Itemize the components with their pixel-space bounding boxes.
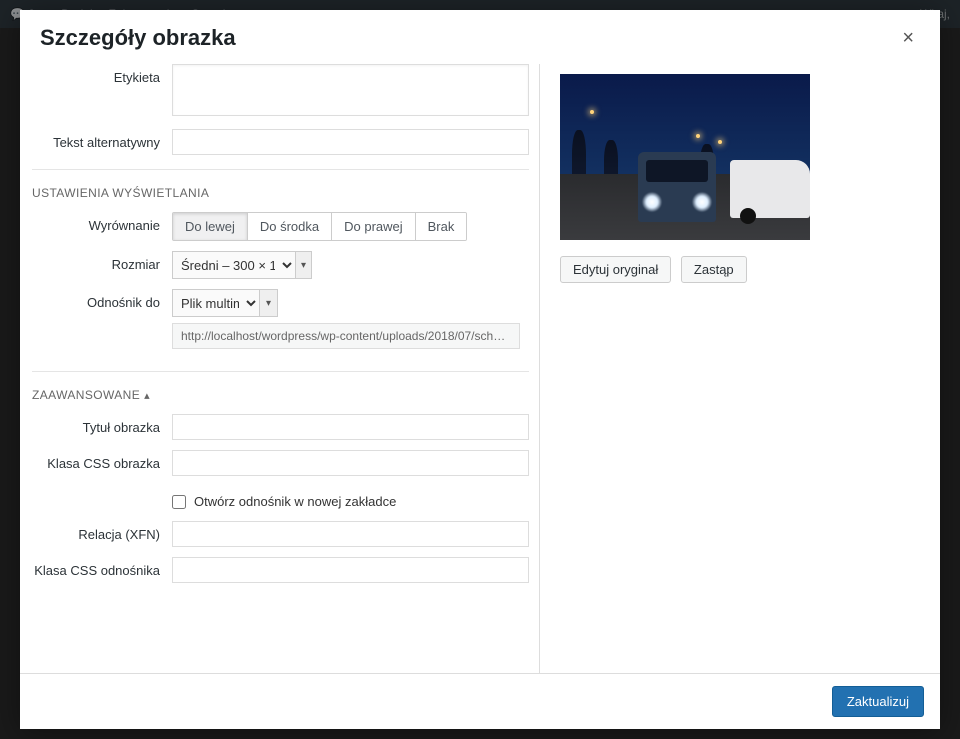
image-title-input[interactable] [172,414,529,440]
link-css-class-input[interactable] [172,557,529,583]
divider [32,169,529,170]
align-none-button[interactable]: Brak [416,213,467,240]
label-rel: Relacja (XFN) [32,521,172,542]
label-linkclass: Klasa CSS odnośnika [32,557,172,578]
chevron-down-icon: ▾ [295,252,311,278]
align-button-group: Do lewej Do środka Do prawej Brak [172,212,467,241]
label-alt: Tekst alternatywny [32,129,172,150]
row-size: Rozmiar Średni – 300 × 199 ▾ [32,251,529,279]
row-imgclass: Klasa CSS obrazka [32,450,529,476]
align-center-button[interactable]: Do środka [248,213,332,240]
row-align: Wyrównanie Do lewej Do środka Do prawej … [32,212,529,241]
align-left-button[interactable]: Do lewej [173,213,248,240]
preview-column: Edytuj oryginał Zastąp [540,64,940,673]
row-newtab: Otwórz odnośnik w nowej zakładce [172,494,529,509]
row-alt: Tekst alternatywny [32,129,529,155]
update-button[interactable]: Zaktualizuj [832,686,924,717]
section-advanced-toggle[interactable]: ZAAWANSOWANE▴ [32,388,529,402]
open-new-tab-checkbox[interactable] [172,495,186,509]
label-size: Rozmiar [32,251,172,272]
image-details-modal: Szczegóły obrazka × Etykieta Tekst alter… [20,10,940,729]
image-preview [560,74,810,240]
modal-title: Szczegóły obrazka [40,25,236,51]
row-linkclass: Klasa CSS odnośnika [32,557,529,583]
align-right-button[interactable]: Do prawej [332,213,416,240]
alt-text-input[interactable] [172,129,529,155]
close-icon[interactable]: × [896,24,920,52]
image-css-class-input[interactable] [172,450,529,476]
row-linkto: Odnośnik do Plik multimedialny ▾ [32,289,529,317]
size-select[interactable]: Średni – 300 × 199 ▾ [172,251,312,279]
label-imgtitle: Tytuł obrazka [32,414,172,435]
caret-up-icon: ▴ [144,390,150,402]
modal-header: Szczegóły obrazka × [20,10,940,64]
preview-actions: Edytuj oryginał Zastąp [560,256,920,283]
label-imgclass: Klasa CSS obrazka [32,450,172,471]
caption-textarea[interactable] [172,64,529,116]
replace-button[interactable]: Zastąp [681,256,747,283]
chevron-down-icon: ▾ [259,290,277,316]
edit-original-button[interactable]: Edytuj oryginał [560,256,671,283]
row-imgtitle: Tytuł obrazka [32,414,529,440]
row-rel: Relacja (XFN) [32,521,529,547]
label-align: Wyrównanie [32,212,172,233]
label-caption: Etykieta [32,64,172,85]
open-new-tab-label: Otwórz odnośnik w nowej zakładce [194,494,396,509]
row-caption: Etykieta [32,64,529,119]
linkto-select[interactable]: Plik multimedialny ▾ [172,289,278,317]
modal-body: Etykieta Tekst alternatywny USTAWIENIA W… [20,64,940,673]
link-url-display: http://localhost/wordpress/wp-content/up… [172,323,520,349]
label-linkto: Odnośnik do [32,289,172,310]
divider [32,371,529,372]
link-rel-input[interactable] [172,521,529,547]
modal-footer: Zaktualizuj [20,673,940,729]
settings-column: Etykieta Tekst alternatywny USTAWIENIA W… [20,64,540,673]
section-display-title: USTAWIENIA WYŚWIETLANIA [32,186,529,200]
